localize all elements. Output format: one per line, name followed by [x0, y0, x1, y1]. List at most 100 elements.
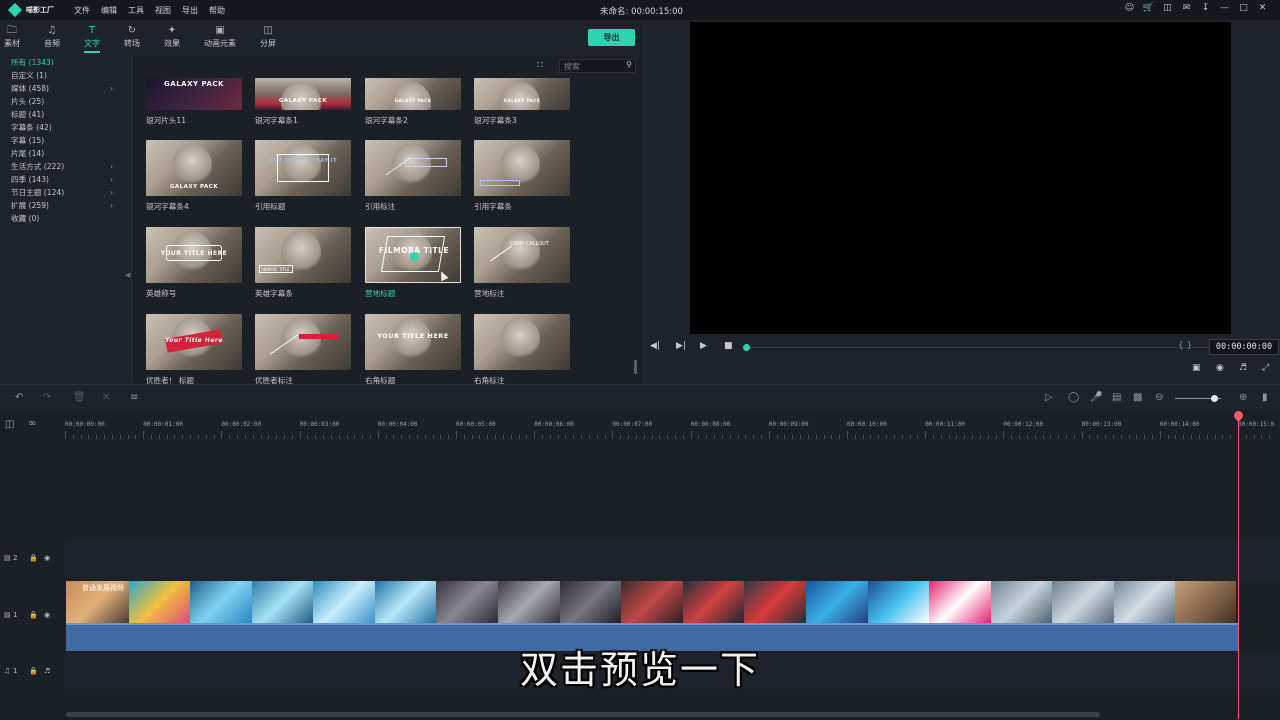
stop-icon[interactable]: ■ — [724, 341, 733, 351]
category-opener[interactable]: 片头 (25) — [0, 95, 131, 108]
display-icon[interactable]: ▣ — [1192, 363, 1201, 373]
ruler-tick — [229, 435, 231, 439]
thumbnail-item[interactable]: YOUR TITLE HERE — [146, 227, 242, 283]
category-all[interactable]: 所有 (1343) — [0, 56, 131, 69]
ruler-tick — [80, 435, 82, 439]
mail-icon[interactable]: ✉ — [1177, 3, 1196, 13]
close-icon[interactable]: ✕ — [1253, 3, 1272, 13]
track-lane-video-2[interactable] — [65, 539, 1280, 581]
adjust-icon[interactable]: ≡ — [130, 392, 138, 403]
tab-transition[interactable]: ↻ 转场 — [112, 24, 152, 49]
marker-icon[interactable]: ◯ — [1068, 392, 1079, 403]
tab-audio[interactable]: ♫ 音频 — [32, 24, 72, 49]
preview-progress-handle[interactable] — [743, 344, 750, 351]
fit-icon[interactable]: ▩ — [1133, 392, 1142, 403]
lock-icon[interactable]: 🔒 — [29, 554, 38, 562]
panel-splitter[interactable] — [634, 360, 637, 374]
in-out-brackets[interactable]: { } — [1178, 341, 1192, 351]
menu-export[interactable]: 导出 — [182, 5, 198, 16]
lock-icon[interactable]: 🔒 — [29, 611, 38, 619]
thumbnail-item[interactable]: Your Title Here — [146, 314, 242, 370]
minimize-icon[interactable]: — — [1215, 3, 1234, 13]
thumbnail-item[interactable] — [255, 314, 351, 370]
zoom-in-icon[interactable]: ⊕ — [1239, 392, 1247, 403]
category-media[interactable]: 媒体 (458) › — [0, 82, 131, 95]
tab-elements[interactable]: ▣ 动画元素 — [200, 24, 240, 49]
maximize-icon[interactable]: □ — [1234, 3, 1253, 13]
thumbnail-item[interactable]: GALAXY PACK — [146, 78, 242, 110]
thumbnail-item[interactable]: GALAXY PACK — [255, 78, 351, 110]
category-holidays[interactable]: 节日主题 (124) › — [0, 186, 131, 199]
category-seasons[interactable]: 四季 (143) › — [0, 173, 131, 186]
category-subtitles[interactable]: 字幕 (15) — [0, 134, 131, 147]
category-lower-thirds[interactable]: 字幕条 (42) — [0, 121, 131, 134]
category-credits[interactable]: 片尾 (14) — [0, 147, 131, 160]
thumbnail-item[interactable]: HEROIC TITLE — [255, 227, 351, 283]
cut-icon[interactable]: ✕ — [102, 392, 110, 403]
cart-icon[interactable]: 🛒 — [1139, 3, 1158, 13]
zoom-out-icon[interactable]: ⊖ — [1155, 392, 1163, 403]
menu-file[interactable]: 文件 — [74, 5, 90, 16]
snapshot-icon[interactable]: ◉ — [1216, 363, 1224, 373]
undo-icon[interactable]: ↶ — [15, 392, 23, 403]
grid-view-icon[interactable]: ∷ — [537, 60, 543, 71]
search-icon[interactable]: ⚲ — [626, 60, 632, 69]
mic-icon[interactable]: 🎤 — [1090, 392, 1102, 403]
category-favorites[interactable]: 收藏 (0) — [0, 212, 131, 225]
ruler-tick — [565, 435, 567, 439]
search-input[interactable] — [560, 60, 618, 72]
clip-frame-thumbnail — [189, 581, 252, 623]
delete-icon[interactable]: 🗑 — [73, 392, 86, 403]
export-button[interactable]: 导出 — [588, 29, 635, 46]
thumbnail-item[interactable] — [474, 140, 570, 196]
prev-frame-icon[interactable]: ◀| — [650, 341, 660, 351]
volume-icon[interactable]: ♬ — [1239, 363, 1247, 373]
collapse-panel-icon[interactable]: ◀ — [125, 271, 130, 279]
mixer-icon[interactable]: ▤ — [1112, 392, 1121, 403]
tab-text[interactable]: T 文字 — [72, 24, 112, 53]
download-badge-icon[interactable] — [410, 252, 419, 261]
zoom-slider-handle[interactable] — [1211, 395, 1219, 402]
menu-tools[interactable]: 工具 — [128, 5, 144, 16]
redo-icon[interactable]: ↷ — [43, 392, 51, 403]
render-icon[interactable]: ▷ — [1045, 392, 1053, 403]
thumbnail-item[interactable]: GALAXY PACK — [365, 78, 461, 110]
fullscreen-icon[interactable]: ⤢ — [1262, 363, 1269, 373]
link-icon[interactable]: ∞ — [28, 418, 36, 429]
user-icon[interactable]: ☺ — [1120, 3, 1139, 13]
thumbnail-item[interactable]: GALAXY PACK — [146, 140, 242, 196]
category-lifestyle[interactable]: 生活方式 (222) › — [0, 160, 131, 173]
add-track-icon[interactable]: ◫ — [5, 419, 14, 430]
menu-edit[interactable]: 编辑 — [101, 5, 117, 16]
save-icon[interactable]: ◫ — [1158, 3, 1177, 13]
category-titles[interactable]: 标题 (41) — [0, 108, 131, 121]
thumbnail-item[interactable]: YOUR TITLE HERE — [365, 314, 461, 370]
play-alt-icon[interactable]: ▶ — [700, 341, 707, 351]
ruler-tick — [495, 435, 497, 439]
panel-toggle-icon[interactable]: ▮ — [1262, 392, 1268, 403]
thumbnail-item[interactable]: GALAXY PACK — [474, 78, 570, 110]
thumbnail-item[interactable] — [474, 314, 570, 370]
download-icon[interactable]: ↧ — [1196, 3, 1215, 13]
ruler-tick — [502, 435, 504, 439]
ruler-tick — [1183, 435, 1185, 439]
eye-icon[interactable]: ◉ — [44, 554, 50, 562]
tab-media[interactable]: 🗀 素材 — [0, 24, 32, 49]
menu-help[interactable]: 帮助 — [209, 5, 225, 16]
timeline-ruler[interactable]: 00:00:00:00 00:00:01:00 00:00:02:00 00:00:0… — [65, 417, 1280, 441]
category-extensions[interactable]: 扩展 (259) › — [0, 199, 131, 212]
thumbnail-item[interactable]: YOU SAY IT / I SAY IT — [255, 140, 351, 196]
menu-view[interactable]: 视图 — [155, 5, 171, 16]
thumbnail-item[interactable] — [365, 140, 461, 196]
video-clip[interactable]: 普通发展视频 — [66, 581, 1236, 623]
ruler-tick — [1269, 435, 1271, 439]
play-icon[interactable]: ▶| — [676, 341, 686, 351]
playhead-line[interactable] — [1238, 419, 1239, 719]
tab-effects[interactable]: ✦ 效果 — [152, 24, 192, 49]
preview-progress-track[interactable] — [746, 347, 1210, 348]
category-custom[interactable]: 自定义 (1) — [0, 69, 131, 82]
thumbnail-item[interactable]: CAMP CALLOUT — [474, 227, 570, 283]
eye-icon[interactable]: ◉ — [44, 611, 50, 619]
timeline-horizontal-scrollbar[interactable] — [66, 712, 1100, 717]
tab-splitscreen[interactable]: ◫ 分屏 — [248, 24, 288, 49]
